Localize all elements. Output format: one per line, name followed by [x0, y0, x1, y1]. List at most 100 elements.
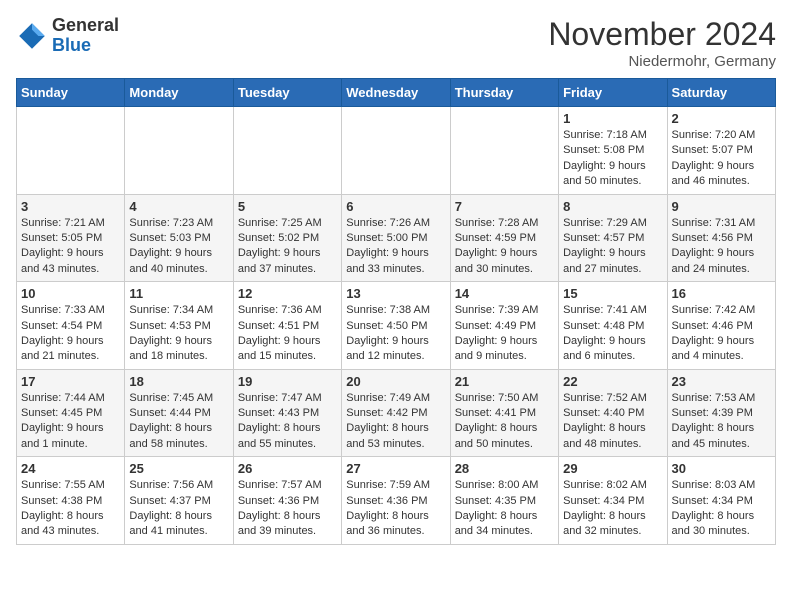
day-number: 11	[129, 286, 228, 301]
day-info: Sunrise: 7:42 AM Sunset: 4:46 PM Dayligh…	[672, 303, 771, 365]
day-number: 2	[672, 111, 771, 126]
day-info: Sunrise: 7:55 AM Sunset: 4:38 PM Dayligh…	[21, 478, 120, 540]
calendar-cell: 21 Sunrise: 7:50 AM Sunset: 4:41 PM Dayli…	[450, 369, 558, 457]
calendar-cell	[342, 107, 450, 195]
day-info: Sunrise: 7:44 AM Sunset: 4:45 PM Dayligh…	[21, 391, 120, 453]
calendar-cell: 9 Sunrise: 7:31 AM Sunset: 4:56 PM Daylig…	[667, 194, 775, 282]
day-info: Sunrise: 7:31 AM Sunset: 4:56 PM Dayligh…	[672, 216, 771, 278]
calendar-cell: 16Sunrise: 7:42 AM Sunset: 4:46 PM Dayli…	[667, 282, 775, 370]
day-info: Sunrise: 7:21 AM Sunset: 5:05 PM Dayligh…	[21, 216, 120, 278]
header-day-tuesday: Tuesday	[233, 79, 341, 107]
title-block: November 2024 Niedermohr, Germany	[548, 16, 776, 70]
calendar-cell: 17 Sunrise: 7:44 AM Sunset: 4:45 PM Dayli…	[17, 369, 125, 457]
calendar-cell: 30 Sunrise: 8:03 AM Sunset: 4:34 PM Dayli…	[667, 457, 775, 545]
location: Niedermohr, Germany	[548, 53, 776, 70]
day-info: Sunrise: 7:45 AM Sunset: 4:44 PM Dayligh…	[129, 391, 228, 453]
header-row: SundayMondayTuesdayWednesdayThursdayFrid…	[17, 79, 776, 107]
day-number: 26	[238, 461, 337, 476]
day-info: Sunrise: 8:03 AM Sunset: 4:34 PM Dayligh…	[672, 478, 771, 540]
day-info: Sunrise: 7:26 AM Sunset: 5:00 PM Dayligh…	[346, 216, 445, 278]
day-number: 21	[455, 374, 554, 389]
logo-text: General Blue	[52, 16, 119, 56]
calendar-cell: 14 Sunrise: 7:39 AM Sunset: 4:49 PM Dayli…	[450, 282, 558, 370]
logo-general: General	[52, 15, 119, 35]
day-number: 25	[129, 461, 228, 476]
day-number: 17	[21, 374, 120, 389]
day-info: Sunrise: 7:38 AM Sunset: 4:50 PM Dayligh…	[346, 303, 445, 365]
calendar-cell: 23 Sunrise: 7:53 AM Sunset: 4:39 PM Dayli…	[667, 369, 775, 457]
calendar-cell: 24 Sunrise: 7:55 AM Sunset: 4:38 PM Dayli…	[17, 457, 125, 545]
day-info: Sunrise: 7:53 AM Sunset: 4:39 PM Dayligh…	[672, 391, 771, 453]
day-info: Sunrise: 7:39 AM Sunset: 4:49 PM Dayligh…	[455, 303, 554, 365]
day-info: Sunrise: 7:59 AM Sunset: 4:36 PM Dayligh…	[346, 478, 445, 540]
calendar-cell: 20 Sunrise: 7:49 AM Sunset: 4:42 PM Dayli…	[342, 369, 450, 457]
calendar-cell: 3 Sunrise: 7:21 AM Sunset: 5:05 PM Daylig…	[17, 194, 125, 282]
day-number: 4	[129, 199, 228, 214]
week-row-4: 17 Sunrise: 7:44 AM Sunset: 4:45 PM Dayli…	[17, 369, 776, 457]
calendar-cell: 11 Sunrise: 7:34 AM Sunset: 4:53 PM Dayli…	[125, 282, 233, 370]
week-row-5: 24 Sunrise: 7:55 AM Sunset: 4:38 PM Dayli…	[17, 457, 776, 545]
day-info: Sunrise: 7:29 AM Sunset: 4:57 PM Dayligh…	[563, 216, 662, 278]
header-day-wednesday: Wednesday	[342, 79, 450, 107]
day-number: 29	[563, 461, 662, 476]
day-info: Sunrise: 7:57 AM Sunset: 4:36 PM Dayligh…	[238, 478, 337, 540]
day-number: 18	[129, 374, 228, 389]
calendar-cell: 28Sunrise: 8:00 AM Sunset: 4:35 PM Dayli…	[450, 457, 558, 545]
day-number: 12	[238, 286, 337, 301]
day-number: 6	[346, 199, 445, 214]
page-header: General Blue November 2024 Niedermohr, G…	[16, 16, 776, 70]
calendar-cell: 22Sunrise: 7:52 AM Sunset: 4:40 PM Dayli…	[559, 369, 667, 457]
calendar-cell	[450, 107, 558, 195]
header-day-saturday: Saturday	[667, 79, 775, 107]
day-number: 8	[563, 199, 662, 214]
calendar-cell: 10Sunrise: 7:33 AM Sunset: 4:54 PM Dayli…	[17, 282, 125, 370]
day-number: 20	[346, 374, 445, 389]
day-info: Sunrise: 7:41 AM Sunset: 4:48 PM Dayligh…	[563, 303, 662, 365]
day-number: 19	[238, 374, 337, 389]
day-number: 28	[455, 461, 554, 476]
calendar-cell: 15 Sunrise: 7:41 AM Sunset: 4:48 PM Dayli…	[559, 282, 667, 370]
calendar-cell: 13 Sunrise: 7:38 AM Sunset: 4:50 PM Dayli…	[342, 282, 450, 370]
day-number: 9	[672, 199, 771, 214]
calendar-cell: 12Sunrise: 7:36 AM Sunset: 4:51 PM Dayli…	[233, 282, 341, 370]
calendar-cell: 18 Sunrise: 7:45 AM Sunset: 4:44 PM Dayli…	[125, 369, 233, 457]
calendar-cell: 29Sunrise: 8:02 AM Sunset: 4:34 PM Dayli…	[559, 457, 667, 545]
calendar-cell: 4 Sunrise: 7:23 AM Sunset: 5:03 PM Daylig…	[125, 194, 233, 282]
day-info: Sunrise: 7:56 AM Sunset: 4:37 PM Dayligh…	[129, 478, 228, 540]
calendar-cell: 25 Sunrise: 7:56 AM Sunset: 4:37 PM Dayli…	[125, 457, 233, 545]
day-number: 30	[672, 461, 771, 476]
header-day-sunday: Sunday	[17, 79, 125, 107]
month-title: November 2024	[548, 16, 776, 53]
day-info: Sunrise: 7:28 AM Sunset: 4:59 PM Dayligh…	[455, 216, 554, 278]
day-number: 14	[455, 286, 554, 301]
day-number: 5	[238, 199, 337, 214]
day-info: Sunrise: 7:18 AM Sunset: 5:08 PM Dayligh…	[563, 128, 662, 190]
day-number: 23	[672, 374, 771, 389]
week-row-3: 10Sunrise: 7:33 AM Sunset: 4:54 PM Dayli…	[17, 282, 776, 370]
day-info: Sunrise: 7:49 AM Sunset: 4:42 PM Dayligh…	[346, 391, 445, 453]
header-day-thursday: Thursday	[450, 79, 558, 107]
day-info: Sunrise: 7:47 AM Sunset: 4:43 PM Dayligh…	[238, 391, 337, 453]
week-row-2: 3 Sunrise: 7:21 AM Sunset: 5:05 PM Daylig…	[17, 194, 776, 282]
header-day-monday: Monday	[125, 79, 233, 107]
calendar-cell: 5 Sunrise: 7:25 AM Sunset: 5:02 PM Daylig…	[233, 194, 341, 282]
calendar-cell: 1 Sunrise: 7:18 AM Sunset: 5:08 PM Daylig…	[559, 107, 667, 195]
day-number: 3	[21, 199, 120, 214]
day-info: Sunrise: 7:34 AM Sunset: 4:53 PM Dayligh…	[129, 303, 228, 365]
day-number: 1	[563, 111, 662, 126]
calendar-cell	[125, 107, 233, 195]
logo: General Blue	[16, 16, 119, 56]
day-number: 15	[563, 286, 662, 301]
day-info: Sunrise: 7:52 AM Sunset: 4:40 PM Dayligh…	[563, 391, 662, 453]
day-info: Sunrise: 7:23 AM Sunset: 5:03 PM Dayligh…	[129, 216, 228, 278]
calendar-cell	[17, 107, 125, 195]
day-info: Sunrise: 7:33 AM Sunset: 4:54 PM Dayligh…	[21, 303, 120, 365]
day-info: Sunrise: 7:25 AM Sunset: 5:02 PM Dayligh…	[238, 216, 337, 278]
calendar-cell: 2Sunrise: 7:20 AM Sunset: 5:07 PM Daylig…	[667, 107, 775, 195]
day-number: 24	[21, 461, 120, 476]
calendar-cell: 26 Sunrise: 7:57 AM Sunset: 4:36 PM Dayli…	[233, 457, 341, 545]
day-number: 13	[346, 286, 445, 301]
day-info: Sunrise: 7:50 AM Sunset: 4:41 PM Dayligh…	[455, 391, 554, 453]
calendar-cell: 19 Sunrise: 7:47 AM Sunset: 4:43 PM Dayli…	[233, 369, 341, 457]
week-row-1: 1 Sunrise: 7:18 AM Sunset: 5:08 PM Daylig…	[17, 107, 776, 195]
